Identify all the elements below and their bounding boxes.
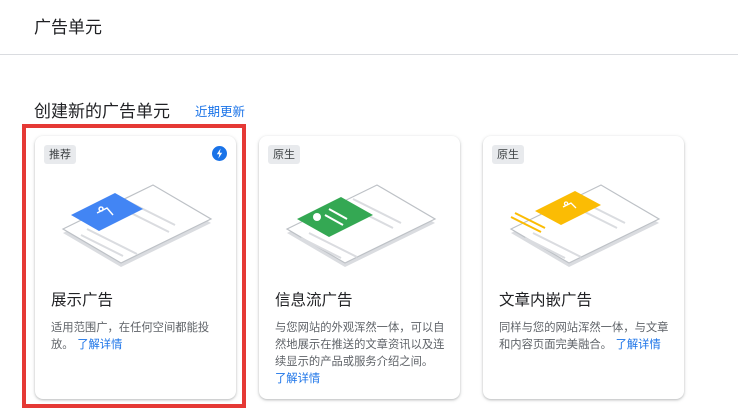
in-feed-ad-title: 信息流广告: [275, 291, 353, 309]
display-ad-description: 适用范围广，在任何空间都能投放。 了解详情: [51, 319, 223, 353]
display-ad-title: 展示广告: [51, 291, 114, 309]
in-feed-ad-card[interactable]: 原生 信息流广告 与您网站的外观浑然一体，可以自然地展示在推送的文章资讯以及连续…: [259, 136, 460, 399]
in-article-ad-description: 同样与您的网站浑然一体，与文章和内容页面完美融合。 了解详情: [499, 319, 671, 353]
in-feed-ad-description: 与您网站的外观浑然一体，可以自然地展示在推送的文章资讯以及连续显示的产品或服务介…: [275, 319, 447, 387]
in-article-ad-illustration: [505, 171, 665, 281]
native-badge: 原生: [268, 145, 300, 164]
native-badge: 原生: [492, 145, 524, 164]
display-ad-illustration: [57, 171, 217, 281]
display-ad-desc-text: 适用范围广，在任何空间都能投放。: [51, 321, 210, 351]
in-article-ad-card[interactable]: 原生 文章内嵌广告 同样与您的网站浑然一体，与文章和内容页面完美融合。 了解详情: [483, 136, 684, 399]
display-ad-card[interactable]: 推荐 展示广告 适用范围广，在任何空间都能投放。 了解详情: [35, 136, 236, 399]
recommended-badge: 推荐: [44, 145, 76, 164]
in-article-ad-title: 文章内嵌广告: [499, 291, 593, 309]
bolt-icon: [212, 146, 227, 161]
in-article-ad-learn-more-link[interactable]: 了解详情: [616, 338, 661, 351]
section-title: 创建新的广告单元: [34, 102, 170, 122]
in-feed-ad-illustration: [281, 171, 441, 281]
recent-updates-link[interactable]: 近期更新: [195, 101, 245, 120]
page-header: 广告单元: [0, 0, 738, 55]
in-feed-ad-desc-text: 与您网站的外观浑然一体，可以自然地展示在推送的文章资讯以及连续显示的产品或服务介…: [275, 321, 445, 368]
page-title: 广告单元: [34, 18, 102, 38]
display-ad-learn-more-link[interactable]: 了解详情: [77, 338, 122, 351]
in-feed-ad-learn-more-link[interactable]: 了解详情: [275, 372, 320, 385]
